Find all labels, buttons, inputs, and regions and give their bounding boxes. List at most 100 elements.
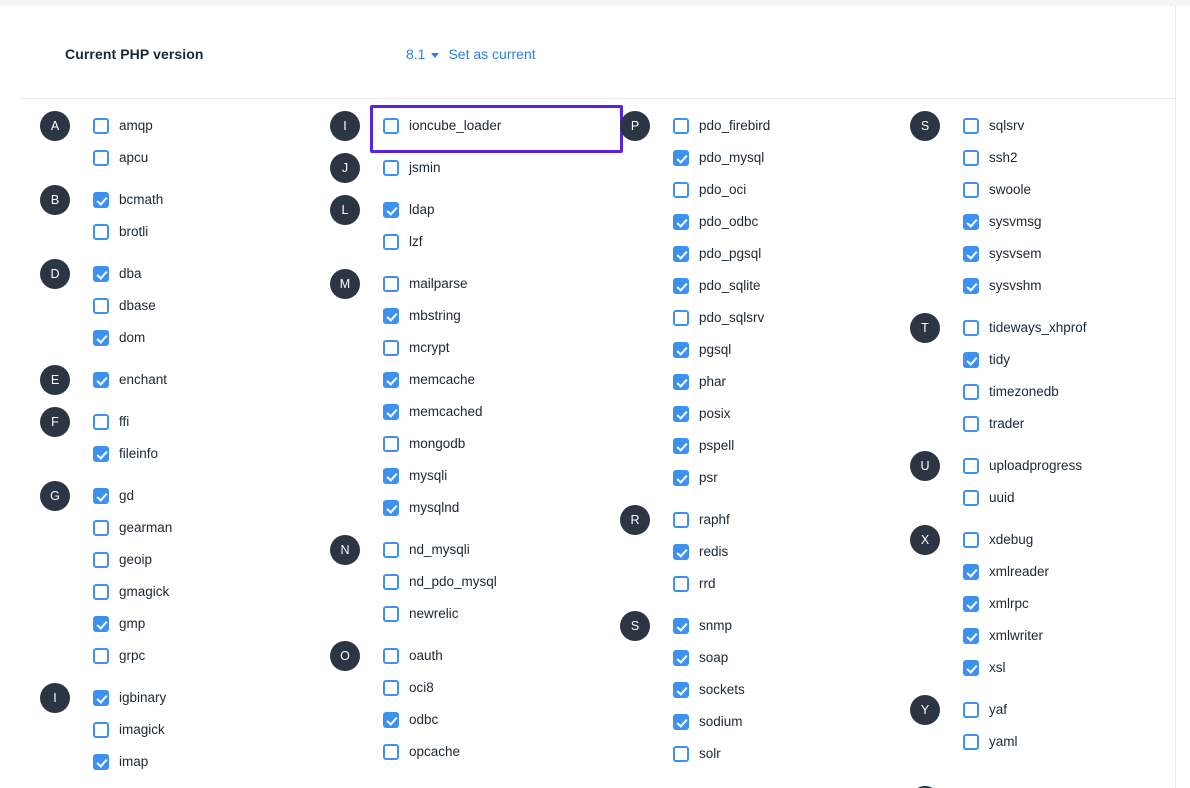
- extension-toggle-uploadprogress[interactable]: uploadprogress: [963, 458, 1082, 474]
- checkbox-checked-icon[interactable]: [673, 214, 689, 230]
- checkbox-unchecked-icon[interactable]: [383, 276, 399, 292]
- extension-toggle-enchant[interactable]: enchant: [93, 372, 167, 388]
- extension-toggle-pspell[interactable]: pspell: [673, 438, 734, 454]
- extension-toggle-gd[interactable]: gd: [93, 488, 134, 504]
- extension-toggle-geoip[interactable]: geoip: [93, 552, 152, 568]
- extension-toggle-tidy[interactable]: tidy: [963, 352, 1010, 368]
- checkbox-unchecked-icon[interactable]: [383, 542, 399, 558]
- checkbox-unchecked-icon[interactable]: [383, 234, 399, 250]
- extension-toggle-oci8[interactable]: oci8: [383, 680, 434, 696]
- extension-toggle-mcrypt[interactable]: mcrypt: [383, 340, 450, 356]
- checkbox-checked-icon[interactable]: [93, 488, 109, 504]
- checkbox-unchecked-icon[interactable]: [383, 606, 399, 622]
- checkbox-checked-icon[interactable]: [93, 616, 109, 632]
- extension-toggle-apcu[interactable]: apcu: [93, 150, 148, 166]
- extension-toggle-dba[interactable]: dba: [93, 266, 142, 282]
- checkbox-unchecked-icon[interactable]: [383, 744, 399, 760]
- checkbox-checked-icon[interactable]: [93, 446, 109, 462]
- extension-toggle-raphf[interactable]: raphf: [673, 512, 730, 528]
- set-as-current-link[interactable]: Set as current: [448, 46, 535, 62]
- extension-toggle-ldap[interactable]: ldap: [383, 202, 435, 218]
- extension-toggle-dbase[interactable]: dbase: [93, 298, 156, 314]
- checkbox-unchecked-icon[interactable]: [963, 458, 979, 474]
- extension-toggle-uuid[interactable]: uuid: [963, 490, 1015, 506]
- extension-toggle-gmagick[interactable]: gmagick: [93, 584, 169, 600]
- extension-toggle-lzf[interactable]: lzf: [383, 234, 423, 250]
- checkbox-checked-icon[interactable]: [963, 628, 979, 644]
- extension-toggle-oauth[interactable]: oauth: [383, 648, 443, 664]
- extension-toggle-yaf[interactable]: yaf: [963, 702, 1007, 718]
- extension-toggle-tideways_xhprof[interactable]: tideways_xhprof: [963, 320, 1087, 336]
- extension-toggle-trader[interactable]: trader: [963, 416, 1024, 432]
- extension-toggle-yaml[interactable]: yaml: [963, 734, 1018, 750]
- extension-toggle-mailparse[interactable]: mailparse: [383, 276, 468, 292]
- checkbox-unchecked-icon[interactable]: [963, 182, 979, 198]
- extension-toggle-pdo_sqlsrv[interactable]: pdo_sqlsrv: [673, 310, 764, 326]
- checkbox-checked-icon[interactable]: [383, 308, 399, 324]
- checkbox-unchecked-icon[interactable]: [963, 150, 979, 166]
- extension-toggle-ssh2[interactable]: ssh2: [963, 150, 1018, 166]
- checkbox-checked-icon[interactable]: [963, 660, 979, 676]
- checkbox-checked-icon[interactable]: [673, 714, 689, 730]
- checkbox-unchecked-icon[interactable]: [383, 436, 399, 452]
- extension-toggle-fileinfo[interactable]: fileinfo: [93, 446, 158, 462]
- checkbox-checked-icon[interactable]: [673, 246, 689, 262]
- checkbox-unchecked-icon[interactable]: [963, 384, 979, 400]
- checkbox-checked-icon[interactable]: [383, 202, 399, 218]
- checkbox-checked-icon[interactable]: [93, 266, 109, 282]
- extension-toggle-rrd[interactable]: rrd: [673, 576, 716, 592]
- checkbox-unchecked-icon[interactable]: [963, 702, 979, 718]
- extension-toggle-sysvsem[interactable]: sysvsem: [963, 246, 1042, 262]
- checkbox-unchecked-icon[interactable]: [383, 574, 399, 590]
- checkbox-checked-icon[interactable]: [673, 342, 689, 358]
- checkbox-unchecked-icon[interactable]: [963, 532, 979, 548]
- checkbox-unchecked-icon[interactable]: [93, 224, 109, 240]
- extension-toggle-timezonedb[interactable]: timezonedb: [963, 384, 1059, 400]
- checkbox-checked-icon[interactable]: [383, 500, 399, 516]
- extension-toggle-soap[interactable]: soap: [673, 650, 728, 666]
- extension-toggle-newrelic[interactable]: newrelic: [383, 606, 459, 622]
- php-version-selector[interactable]: 8.1 Set as current: [406, 46, 536, 62]
- extension-toggle-posix[interactable]: posix: [673, 406, 731, 422]
- checkbox-checked-icon[interactable]: [383, 468, 399, 484]
- checkbox-unchecked-icon[interactable]: [93, 150, 109, 166]
- checkbox-checked-icon[interactable]: [673, 406, 689, 422]
- checkbox-unchecked-icon[interactable]: [673, 118, 689, 134]
- extension-toggle-redis[interactable]: redis: [673, 544, 728, 560]
- extension-toggle-sodium[interactable]: sodium: [673, 714, 743, 730]
- checkbox-unchecked-icon[interactable]: [93, 298, 109, 314]
- checkbox-unchecked-icon[interactable]: [383, 340, 399, 356]
- checkbox-unchecked-icon[interactable]: [963, 490, 979, 506]
- checkbox-checked-icon[interactable]: [673, 618, 689, 634]
- extension-toggle-solr[interactable]: solr: [673, 746, 721, 762]
- checkbox-checked-icon[interactable]: [93, 754, 109, 770]
- checkbox-checked-icon[interactable]: [673, 374, 689, 390]
- checkbox-unchecked-icon[interactable]: [93, 118, 109, 134]
- extension-toggle-gearman[interactable]: gearman: [93, 520, 172, 536]
- extension-toggle-sysvshm[interactable]: sysvshm: [963, 278, 1042, 294]
- checkbox-checked-icon[interactable]: [93, 192, 109, 208]
- checkbox-unchecked-icon[interactable]: [93, 552, 109, 568]
- checkbox-unchecked-icon[interactable]: [383, 118, 399, 134]
- extension-toggle-imap[interactable]: imap: [93, 754, 148, 770]
- checkbox-checked-icon[interactable]: [963, 278, 979, 294]
- extension-toggle-sockets[interactable]: sockets: [673, 682, 745, 698]
- extension-toggle-brotli[interactable]: brotli: [93, 224, 148, 240]
- checkbox-checked-icon[interactable]: [673, 278, 689, 294]
- php-version-value[interactable]: 8.1: [406, 46, 425, 62]
- checkbox-unchecked-icon[interactable]: [383, 648, 399, 664]
- checkbox-unchecked-icon[interactable]: [963, 734, 979, 750]
- extension-toggle-mysqli[interactable]: mysqli: [383, 468, 447, 484]
- checkbox-checked-icon[interactable]: [963, 352, 979, 368]
- extension-toggle-pgsql[interactable]: pgsql: [673, 342, 731, 358]
- extension-toggle-xsl[interactable]: xsl: [963, 660, 1006, 676]
- checkbox-checked-icon[interactable]: [963, 246, 979, 262]
- extension-toggle-pdo_firebird[interactable]: pdo_firebird: [673, 118, 770, 134]
- extension-toggle-memcached[interactable]: memcached: [383, 404, 483, 420]
- extension-toggle-sqlsrv[interactable]: sqlsrv: [963, 118, 1024, 134]
- checkbox-unchecked-icon[interactable]: [673, 182, 689, 198]
- checkbox-checked-icon[interactable]: [673, 650, 689, 666]
- checkbox-checked-icon[interactable]: [963, 214, 979, 230]
- extension-toggle-pdo_sqlite[interactable]: pdo_sqlite: [673, 278, 761, 294]
- checkbox-checked-icon[interactable]: [673, 150, 689, 166]
